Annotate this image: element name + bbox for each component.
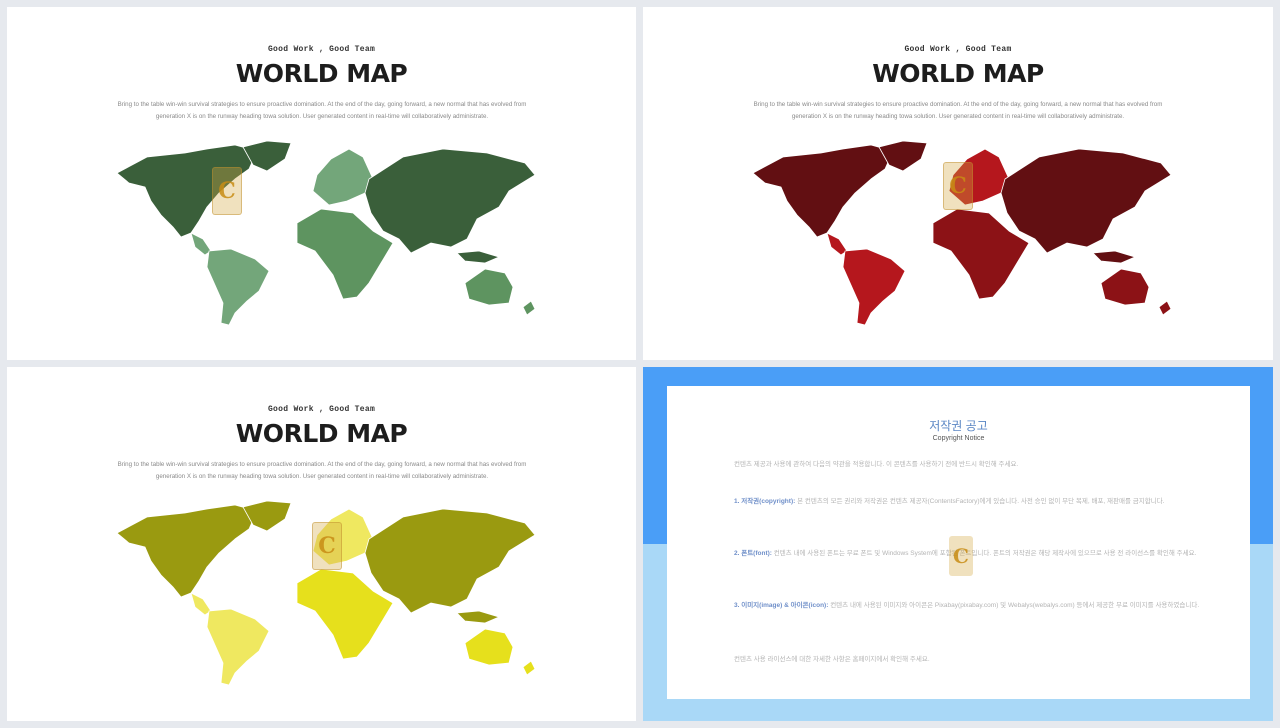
copyright-intro: 컨텐츠 제공과 사용에 관하여 다음의 약관을 적용합니다. 이 콘텐츠를 사용… — [734, 461, 1019, 468]
central-america-shape — [826, 232, 848, 256]
slide-world-map-yellow[interactable]: Good Work , Good Team WORLD MAP Bring to… — [7, 367, 636, 721]
watermark-logo: C — [212, 167, 242, 215]
south-america-shape — [206, 608, 270, 685]
eyebrow-text: Good Work , Good Team — [904, 45, 1012, 54]
australia-shape — [464, 628, 514, 666]
slide-world-map-green[interactable]: Good Work , Good Team WORLD MAP Bring to… — [7, 7, 636, 360]
section-heading: 2. 폰트(font): — [734, 550, 772, 557]
copyright-footer: 컨텐츠 사용 라이선스에 대한 자세한 사항은 홈페이지에서 확인해 주세요. — [734, 656, 930, 663]
new-zealand-shape — [522, 300, 536, 316]
watermark-logo: C — [943, 162, 973, 210]
section-body: 컨텐츠 내에 사용된 폰트는 무료 폰트 및 Windows System에 포… — [771, 550, 1197, 557]
australia-shape — [1100, 268, 1150, 306]
copyright-title: 저작권 공고 — [929, 419, 988, 433]
slide-title: WORLD MAP — [872, 59, 1044, 88]
slide-world-map-red[interactable]: Good Work , Good Team WORLD MAP Bring to… — [643, 7, 1273, 360]
body-line-1: Bring to the table win-win survival stra… — [117, 101, 527, 108]
body-line-1: Bring to the table win-win survival stra… — [117, 461, 527, 468]
body-line-2: generation X is on the runway heading to… — [791, 113, 1125, 120]
slide-title: WORLD MAP — [235, 59, 408, 88]
section-body: 컨텐츠 내에 사용된 이미지와 아이콘은 Pixabay(pixabay.com… — [828, 602, 1200, 609]
world-map — [116, 140, 536, 325]
body-text: Bring to the table win-win survival stra… — [107, 99, 537, 123]
indonesia-shape — [1092, 250, 1136, 264]
copyright-section-3: 3. 이미지(image) & 아이콘(icon): 컨텐츠 내에 사용된 이미… — [734, 600, 1201, 613]
body-line-2: generation X is on the runway heading to… — [155, 473, 489, 480]
copyright-section-1: 1. 저작권(copyright): 본 컨텐츠의 모든 권리와 저작권은 컨텐… — [734, 496, 1201, 509]
north-america-shape — [752, 144, 894, 238]
indonesia-shape — [456, 610, 500, 624]
watermark-logo: C — [312, 522, 342, 570]
eyebrow-text: Good Work , Good Team — [267, 45, 376, 54]
body-line-2: generation X is on the runway heading to… — [155, 113, 489, 120]
indonesia-shape — [456, 250, 500, 264]
new-zealand-shape — [1158, 300, 1172, 316]
south-america-shape — [206, 248, 270, 325]
body-text: Bring to the table win-win survival stra… — [107, 459, 537, 483]
body-text: Bring to the table win-win survival stra… — [743, 99, 1173, 123]
copyright-subtitle: Copyright Notice — [932, 435, 985, 442]
new-zealand-shape — [522, 660, 536, 676]
slide-title: WORLD MAP — [235, 419, 408, 448]
watermark-logo: C — [949, 536, 973, 576]
section-heading: 1. 저작권(copyright): — [734, 498, 796, 505]
eyebrow-text: Good Work , Good Team — [267, 405, 376, 414]
central-america-shape — [190, 232, 212, 256]
south-america-shape — [842, 248, 906, 325]
copyright-card: 저작권 공고 Copyright Notice 컨텐츠 제공과 사용에 관하여 … — [667, 386, 1250, 699]
asia-shape — [364, 508, 536, 614]
europe-shape — [312, 148, 374, 206]
section-body: 본 컨텐츠의 모든 권리와 저작권은 컨텐츠 제공자(ContentsFacto… — [795, 498, 1165, 505]
asia-shape — [1000, 148, 1172, 254]
central-america-shape — [190, 592, 212, 616]
body-line-1: Bring to the table win-win survival stra… — [753, 101, 1163, 108]
australia-shape — [464, 268, 514, 306]
section-heading: 3. 이미지(image) & 아이콘(icon): — [734, 602, 829, 609]
north-america-shape — [116, 504, 258, 598]
slide-copyright-notice[interactable]: 저작권 공고 Copyright Notice 컨텐츠 제공과 사용에 관하여 … — [643, 367, 1273, 721]
asia-shape — [364, 148, 536, 254]
